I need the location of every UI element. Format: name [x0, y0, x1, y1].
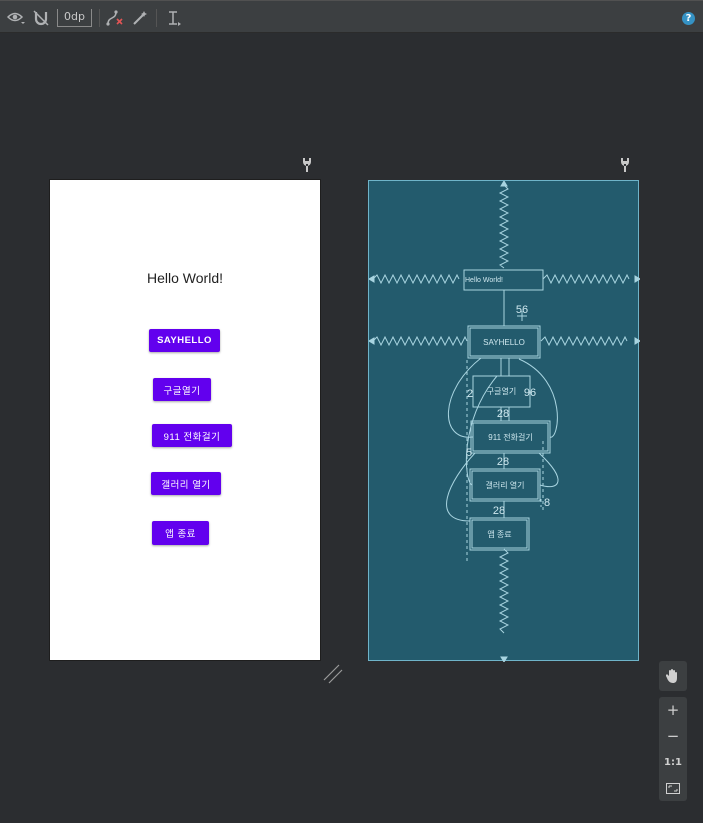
margin-label: 28	[492, 505, 506, 517]
pan-hand-icon[interactable]	[659, 661, 687, 691]
blueprint-exit-app-button[interactable]: 앱 종료	[470, 518, 529, 550]
design-surface[interactable]: Hello World! SAYHELLO 구글열기 911 전화걸기 갤러리 …	[50, 180, 320, 660]
zoom-out-button[interactable]: −	[659, 723, 687, 749]
blueprint-surface[interactable]: Hello World! SAYHELLO 구글열기 911 전화걸기 갤러리 …	[368, 180, 640, 662]
margin-label: 28	[496, 408, 510, 420]
hello-world-text[interactable]: Hello World!	[50, 270, 320, 286]
margin-label: 56	[515, 304, 529, 316]
sayhello-button[interactable]: SAYHELLO	[149, 329, 220, 352]
open-gallery-button[interactable]: 갤러리 열기	[151, 472, 221, 495]
margin-label: 28	[496, 456, 510, 468]
margin-label: 96	[523, 387, 537, 399]
autoconnect-magnet-off-icon[interactable]	[33, 9, 49, 27]
margin-label: 8	[543, 497, 551, 509]
margin-label: 5	[465, 447, 473, 459]
wrench-icon[interactable]	[301, 157, 313, 172]
clear-constraints-icon[interactable]	[106, 9, 124, 27]
infer-constraints-wand-icon[interactable]	[132, 9, 148, 27]
zoom-panel: + − 1:1	[659, 697, 687, 801]
pan-panel	[659, 661, 687, 691]
margin-label: 2	[466, 388, 474, 400]
blueprint-hello-world[interactable]: Hello World!	[464, 270, 543, 290]
help-icon[interactable]: ?	[682, 12, 695, 25]
toolbar-separator	[99, 9, 100, 27]
blueprint-open-gallery-button[interactable]: 갤러리 열기	[470, 469, 540, 501]
actual-size-button[interactable]: 1:1	[659, 749, 687, 775]
call-911-button[interactable]: 911 전화걸기	[152, 424, 232, 447]
open-google-button[interactable]: 구글열기	[153, 378, 211, 401]
blueprint-call-911-button[interactable]: 911 전화걸기	[471, 421, 550, 453]
exit-app-button[interactable]: 앱 종료	[152, 521, 209, 545]
resize-handle-icon[interactable]	[323, 664, 343, 684]
guidelines-icon[interactable]	[166, 9, 182, 27]
zoom-to-fit-icon[interactable]	[659, 775, 687, 801]
toolbar-separator	[156, 9, 157, 27]
default-margin-dropdown[interactable]: 0dp	[57, 9, 92, 27]
design-toolbar: 0dp ?	[0, 0, 703, 33]
blueprint-sayhello-button[interactable]: SAYHELLO	[468, 326, 540, 358]
view-options-eye-icon[interactable]	[7, 9, 25, 27]
zoom-in-button[interactable]: +	[659, 697, 687, 723]
default-margin-value: 0dp	[64, 10, 85, 23]
wrench-icon[interactable]	[619, 157, 631, 172]
